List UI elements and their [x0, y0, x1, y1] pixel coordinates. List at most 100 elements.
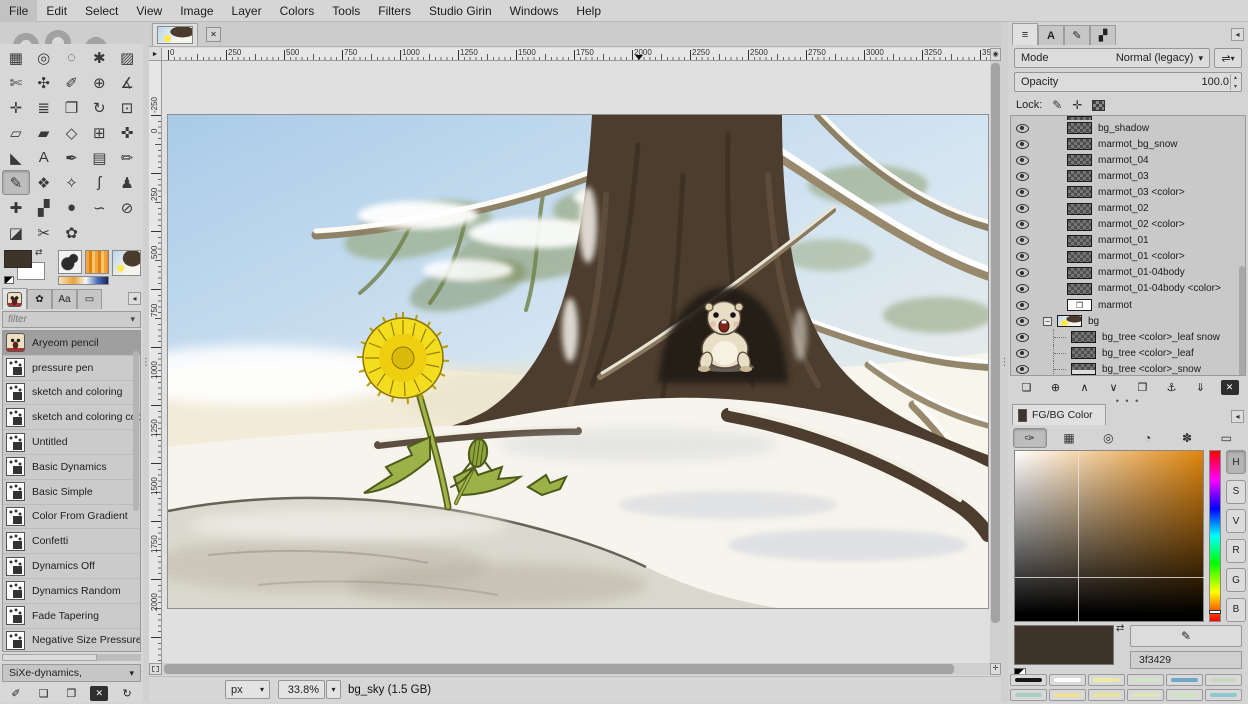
menu-studio-girin[interactable]: Studio Girin [420, 0, 501, 22]
blur-sharpen-tool[interactable]: ● [58, 195, 86, 220]
history-swatch[interactable] [1010, 674, 1047, 686]
visibility-eye-icon[interactable] [1016, 172, 1029, 181]
tab-channels[interactable]: A [1038, 25, 1064, 45]
ink-tool[interactable]: ✒ [58, 145, 86, 170]
history-swatch[interactable] [1127, 689, 1164, 701]
default-colors-icon[interactable] [4, 276, 14, 284]
refresh-dynamics-button[interactable]: ↻ [118, 686, 136, 701]
delete-layer-button[interactable]: ✕ [1221, 380, 1239, 395]
layer-row[interactable]: bg_tree <color>_snow [1011, 361, 1245, 376]
fg-bg-color-widget[interactable]: ⇄ [4, 250, 54, 286]
ruler-corner-button[interactable]: ► [149, 48, 162, 61]
tab-dynamics[interactable] [2, 288, 27, 309]
unified-transform-tool[interactable]: ⊞ [85, 120, 113, 145]
anchor-layer-button[interactable]: ⚓ [1163, 380, 1181, 395]
paint-tool-color-tab[interactable]: ✑ [1013, 428, 1047, 448]
active-image-thumbnail[interactable] [112, 250, 141, 276]
active-brush-preview[interactable] [58, 250, 82, 274]
color-picker-tool[interactable]: ✐ [58, 70, 86, 95]
dynamics-item[interactable]: Dynamics Random [3, 579, 140, 604]
tab-fonts[interactable]: Aa [52, 289, 77, 309]
layer-row[interactable]: marmot_bg_snow [1011, 136, 1245, 152]
channel-h-button[interactable]: H [1226, 450, 1246, 474]
history-swatch[interactable] [1166, 689, 1203, 701]
dynamics-item[interactable]: Dynamics Off [3, 554, 140, 579]
visibility-eye-icon[interactable] [1016, 124, 1029, 133]
hue-slider[interactable] [1209, 450, 1221, 622]
layer-row[interactable]: marmot_03 [1011, 168, 1245, 184]
dynamics-item[interactable]: Basic Simple [3, 480, 140, 505]
menu-select[interactable]: Select [76, 0, 127, 22]
channel-s-button[interactable]: S [1226, 480, 1246, 504]
mode-group-switch-button[interactable]: ⇌ ▾ [1214, 48, 1242, 68]
visibility-eye-icon[interactable] [1016, 284, 1029, 293]
layer-row[interactable]: marmot_01 <color> [1011, 249, 1245, 265]
ruler-nav-button[interactable]: ◉ [990, 48, 1001, 61]
pencil-tool[interactable]: ✏ [113, 145, 141, 170]
right-dock-menu-button[interactable]: ◂ [1231, 28, 1244, 41]
zoom-level-input[interactable]: 33.8% [278, 680, 325, 699]
dynamics-item[interactable]: Fade Tapering [3, 604, 140, 629]
dynamics-item-aryeom-pencil[interactable]: Aryeom pencil [3, 331, 140, 356]
shear-tool[interactable]: ▱ [2, 120, 30, 145]
painter-palette-tab[interactable]: ✽ [1170, 428, 1204, 448]
edit-dynamics-button[interactable]: ✐ [7, 686, 25, 701]
layer-row-bg-shadow[interactable]: bg_shadow [1011, 120, 1245, 136]
duplicate-layer-button[interactable]: ❐ [1134, 380, 1152, 395]
left-dock-menu-button[interactable]: ◂ [128, 292, 141, 305]
layer-row[interactable]: marmot_03 <color> [1011, 184, 1245, 200]
heal-tool[interactable]: ✚ [2, 195, 30, 220]
history-swatch[interactable] [1088, 674, 1125, 686]
cage-transform-tool[interactable]: ◪ [2, 220, 30, 245]
easel-tab[interactable]: ▭ [1209, 428, 1243, 448]
tab-document-history[interactable]: ▭ [77, 289, 102, 309]
history-swatch[interactable] [1205, 674, 1242, 686]
delete-dynamics-button[interactable]: ✕ [90, 686, 108, 701]
transform-3d-tool[interactable]: ◇ [58, 120, 86, 145]
history-swatch[interactable] [1049, 674, 1086, 686]
horizontal-ruler[interactable]: 0 250 500 750 1000 1250 1500 1750 2000 2… [162, 48, 990, 61]
edit-color-button[interactable]: ✎ [1130, 625, 1242, 647]
dynamics-scrollbar[interactable] [133, 351, 139, 511]
visibility-eye-icon[interactable] [1016, 156, 1029, 165]
menu-layer[interactable]: Layer [223, 0, 271, 22]
duplicate-dynamics-button[interactable]: ❐ [62, 686, 80, 701]
foreground-select-tool[interactable]: ✿ [58, 220, 86, 245]
canvas-viewport[interactable] [162, 61, 990, 663]
rectangle-select-tool[interactable]: ▦ [2, 45, 30, 70]
pan-view-button[interactable]: ✛ [990, 663, 1001, 675]
dynamics-hscrollbar[interactable] [2, 654, 141, 661]
tab-dynamics-dock[interactable]: ▞ [1090, 25, 1116, 45]
bucket-fill-tool[interactable]: ◣ [2, 145, 30, 170]
scrollbar-thumb[interactable] [991, 63, 1000, 623]
fuzzy-select-tool[interactable]: ✱ [85, 45, 113, 70]
channel-v-button[interactable]: V [1226, 509, 1246, 533]
menu-windows[interactable]: Windows [501, 0, 568, 22]
channel-r-button[interactable]: R [1226, 539, 1246, 563]
vertical-scrollbar[interactable] [990, 61, 1001, 663]
visibility-eye-icon[interactable] [1016, 301, 1029, 310]
measure-tool[interactable]: ∡ [113, 70, 141, 95]
current-color-swatch[interactable] [1014, 625, 1114, 665]
active-pattern-preview[interactable] [85, 250, 109, 274]
horizontal-scrollbar[interactable] [162, 663, 990, 675]
visibility-eye-icon[interactable] [1016, 317, 1029, 326]
tab-fgbg-color[interactable]: FG/BG Color [1012, 404, 1106, 425]
layer-row[interactable]: marmot_02 <color> [1011, 217, 1245, 233]
quick-mask-toggle[interactable] [149, 663, 162, 675]
vertical-ruler[interactable]: -250 0 250 500 750 1000 1250 1500 1750 2… [149, 61, 162, 663]
visibility-eye-icon[interactable] [1016, 268, 1029, 277]
airbrush-tool[interactable]: ✧ [58, 170, 86, 195]
dynamics-item[interactable]: pressure pen [3, 356, 140, 381]
align-tool[interactable]: ≣ [30, 95, 58, 120]
visibility-eye-icon[interactable] [1016, 365, 1029, 374]
layer-row[interactable]: marmot_02 [1011, 200, 1245, 216]
tab-paths[interactable]: ✎ [1064, 25, 1090, 45]
channel-b-button[interactable]: B [1226, 598, 1246, 622]
visibility-eye-icon[interactable] [1016, 220, 1029, 229]
image-tab-close-button[interactable]: ✕ [206, 27, 221, 42]
tab-brushes[interactable]: ✿ [27, 289, 52, 309]
visibility-eye-icon[interactable] [1016, 140, 1029, 149]
move-tool[interactable]: ✛ [2, 95, 30, 120]
visibility-eye-icon[interactable] [1016, 252, 1029, 261]
